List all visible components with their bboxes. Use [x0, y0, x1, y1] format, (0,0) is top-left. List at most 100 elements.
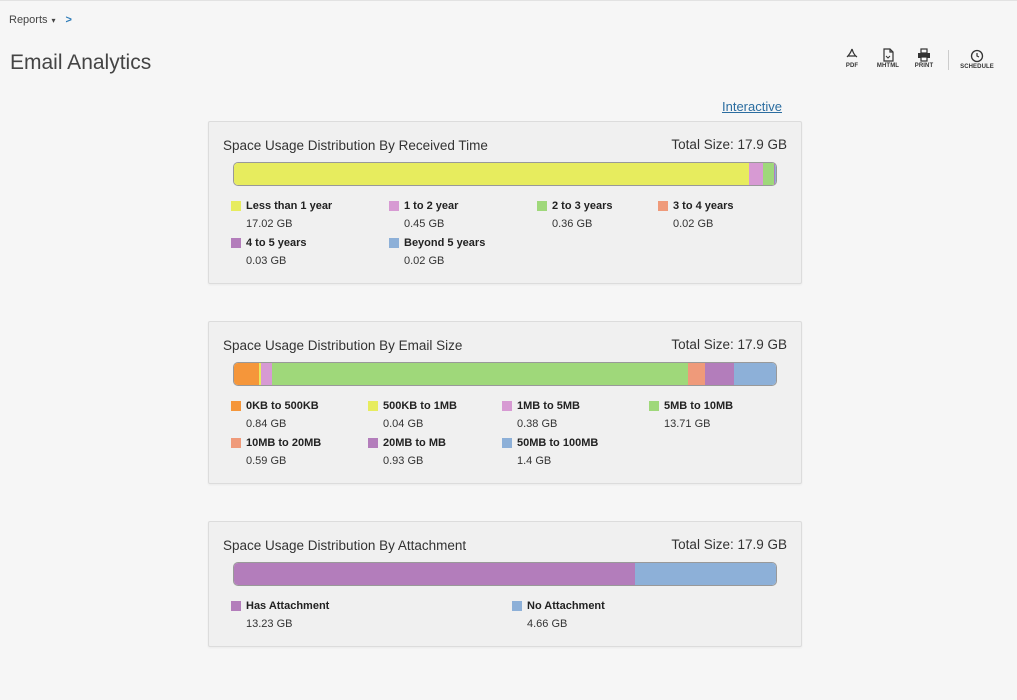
legend-swatch [231, 201, 241, 211]
legend-label: No Attachment [527, 600, 605, 612]
legend-item[interactable]: No Attachment 4.66 GB [512, 600, 605, 630]
page-title: Email Analytics [10, 51, 152, 74]
legend-swatch [502, 438, 512, 448]
total-size-label: Total Size: [671, 537, 734, 552]
legend-value: 13.23 GB [246, 618, 293, 630]
legend-label: 4 to 5 years [246, 237, 307, 249]
legend-item[interactable]: 3 to 4 years 0.02 GB [658, 200, 734, 230]
print-icon [918, 48, 930, 62]
legend-label: 1MB to 5MB [517, 400, 580, 412]
received-time-panel: Space Usage Distribution By Received Tim… [208, 121, 802, 284]
interactive-link[interactable]: Interactive [722, 99, 782, 114]
legend-label: Has Attachment [246, 600, 330, 612]
schedule-button[interactable]: SCHEDULE [955, 49, 999, 70]
bar-segment[interactable] [733, 363, 776, 385]
total-size-label: Total Size: [671, 337, 734, 352]
legend-label: 2 to 3 years [552, 200, 613, 212]
pdf-button[interactable]: PDF [834, 48, 870, 69]
pdf-label: PDF [845, 63, 859, 69]
mhtml-label: MHTML [876, 63, 900, 69]
print-button[interactable]: PRINT [906, 48, 942, 69]
bar-segment[interactable] [749, 163, 763, 185]
legend-label: Beyond 5 years [404, 237, 486, 249]
legend-value: 0.04 GB [383, 418, 424, 430]
legend-label: 20MB to MB [383, 437, 446, 449]
legend-value: 13.71 GB [664, 418, 711, 430]
legend-swatch [537, 201, 547, 211]
bar-segment[interactable] [634, 563, 776, 585]
legend-swatch [231, 238, 241, 248]
breadcrumb-reports[interactable]: Reports [9, 14, 48, 26]
total-size-label: Total Size: [671, 137, 734, 152]
top-divider [0, 0, 1017, 1]
bar-segment[interactable] [260, 363, 273, 385]
chevron-right-icon: > [65, 14, 72, 26]
legend-swatch [368, 401, 378, 411]
total-size-value: 17.9 GB [737, 337, 787, 352]
legend-swatch [231, 601, 241, 611]
total-size: Total Size: 17.9 GB [671, 337, 787, 352]
legend-item[interactable]: 50MB to 100MB 1.4 GB [502, 437, 598, 467]
export-toolbar: PDF MHTML PRINT SCHEDULE [834, 48, 999, 70]
bar-segment[interactable] [272, 363, 688, 385]
legend-label: 3 to 4 years [673, 200, 734, 212]
legend-label: 1 to 2 year [404, 200, 459, 212]
legend-item[interactable]: 1 to 2 year 0.45 GB [389, 200, 458, 230]
legend-swatch [649, 401, 659, 411]
legend-item[interactable]: 1MB to 5MB 0.38 GB [502, 400, 580, 430]
attachment-panel: Space Usage Distribution By Attachment T… [208, 521, 802, 647]
bar-segment[interactable] [234, 163, 750, 185]
legend-value: 0.59 GB [246, 455, 287, 467]
legend-item[interactable]: 4 to 5 years 0.03 GB [231, 237, 307, 267]
legend-swatch [658, 201, 668, 211]
legend-value: 17.02 GB [246, 218, 293, 230]
stacked-bar[interactable] [233, 562, 777, 586]
total-size-value: 17.9 GB [737, 537, 787, 552]
email-size-panel: Space Usage Distribution By Email Size T… [208, 321, 802, 484]
bar-segment[interactable] [775, 163, 776, 185]
legend-label: Less than 1 year [246, 200, 333, 212]
pdf-icon [846, 48, 858, 58]
stacked-bar[interactable] [233, 362, 777, 386]
legend-swatch [231, 401, 241, 411]
bar-segment[interactable] [705, 363, 734, 385]
legend-value: 0.84 GB [246, 418, 287, 430]
legend-label: 500KB to 1MB [383, 400, 457, 412]
bar-segment[interactable] [234, 363, 260, 385]
legend-item[interactable]: Beyond 5 years 0.02 GB [389, 237, 485, 267]
toolbar-divider [948, 50, 949, 70]
legend-swatch [389, 201, 399, 211]
legend-item[interactable]: 2 to 3 years 0.36 GB [537, 200, 613, 230]
legend-item[interactable]: 10MB to 20MB 0.59 GB [231, 437, 321, 467]
legend-label: 50MB to 100MB [517, 437, 599, 449]
legend-swatch [512, 601, 522, 611]
legend-value: 0.02 GB [404, 255, 445, 267]
mhtml-button[interactable]: MHTML [870, 48, 906, 69]
legend-value: 0.38 GB [517, 418, 558, 430]
legend-item[interactable]: 5MB to 10MB 13.71 GB [649, 400, 733, 430]
bar-segment[interactable] [234, 563, 635, 585]
schedule-label: SCHEDULE [960, 64, 994, 70]
legend-item[interactable]: 0KB to 500KB 0.84 GB [231, 400, 319, 430]
legend-swatch [502, 401, 512, 411]
bar-segment[interactable] [762, 163, 774, 185]
total-size: Total Size: 17.9 GB [671, 537, 787, 552]
legend-label: 5MB to 10MB [664, 400, 734, 412]
panel-title: Space Usage Distribution By Received Tim… [223, 138, 488, 153]
print-label: PRINT [914, 63, 934, 69]
legend-value: 1.4 GB [517, 455, 552, 467]
panel-title: Space Usage Distribution By Email Size [223, 338, 463, 353]
legend-value: 0.45 GB [404, 218, 445, 230]
legend-value: 0.36 GB [552, 218, 593, 230]
legend-item[interactable]: 500KB to 1MB 0.04 GB [368, 400, 457, 430]
legend-value: 0.02 GB [673, 218, 714, 230]
legend-swatch [389, 238, 399, 248]
total-size-value: 17.9 GB [737, 137, 787, 152]
legend-item[interactable]: 20MB to MB 0.93 GB [368, 437, 446, 467]
legend-item[interactable]: Less than 1 year 17.02 GB [231, 200, 332, 230]
caret-down-icon[interactable]: ▾ [52, 16, 56, 25]
legend-item[interactable]: Has Attachment 13.23 GB [231, 600, 329, 630]
legend-value: 0.03 GB [246, 255, 287, 267]
bar-segment[interactable] [687, 363, 706, 385]
stacked-bar[interactable] [233, 162, 777, 186]
